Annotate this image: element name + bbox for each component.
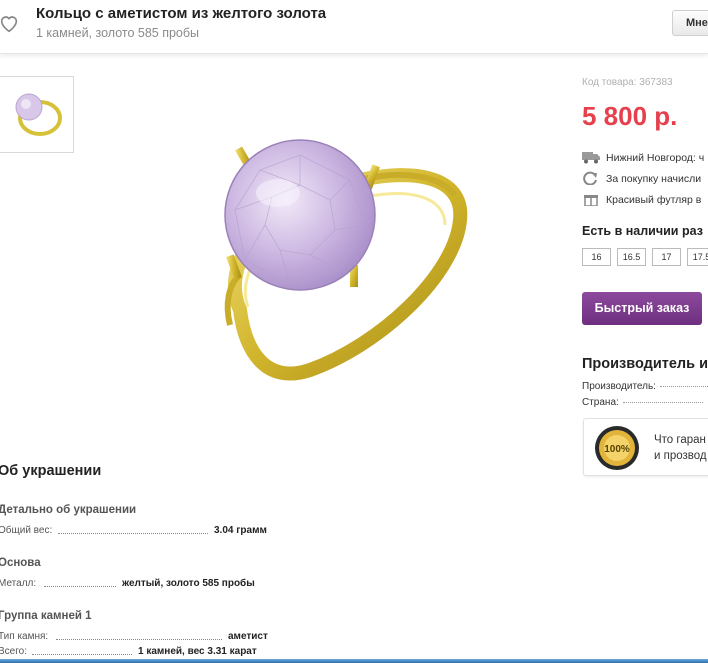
gift-icon xyxy=(584,195,598,206)
guarantee-seal-icon: 100% xyxy=(595,426,639,470)
feature-bonus: За покупку начисли xyxy=(582,171,701,185)
country-label: Страна: xyxy=(582,397,619,408)
product-subtitle: 1 камней, золото 585 пробы xyxy=(36,26,200,40)
quick-order-button[interactable]: Быстрый заказ xyxy=(582,292,702,325)
detail-label: Всего: xyxy=(0,646,27,657)
ring-thumbnail-image xyxy=(15,93,62,136)
feature-delivery-text: Нижний Новгород: ч xyxy=(606,152,705,164)
feature-bonus-text: За покупку начисли xyxy=(606,173,702,185)
truck-icon xyxy=(582,152,600,164)
detail-row: Всего: 1 камней, вес 3.31 карат xyxy=(0,646,278,658)
svg-text:100%: 100% xyxy=(604,444,630,455)
feature-gift: Красивый футляр в xyxy=(582,192,701,206)
detail-value: 1 камней, вес 3.31 карат xyxy=(138,646,257,657)
detail-value: 3.04 грамм xyxy=(214,525,267,536)
header-button[interactable]: Мне xyxy=(672,10,708,36)
maker-section-title: Производитель и xyxy=(582,356,708,372)
size-option[interactable]: 17.5 xyxy=(687,248,708,266)
feature-gift-text: Красивый футляр в xyxy=(606,194,702,206)
about-heading: Об украшении xyxy=(0,463,102,479)
maker-row: Производитель: xyxy=(582,381,708,392)
size-option[interactable]: 16.5 xyxy=(617,248,646,266)
section-title: Группа камней 1 xyxy=(0,610,92,622)
heart-icon[interactable] xyxy=(0,12,20,34)
section-title: Основа xyxy=(0,557,41,569)
country-row: Страна: xyxy=(582,397,703,408)
guarantee-text: Что гаран и прозвод xyxy=(654,434,707,462)
detail-label: Тип камня: xyxy=(0,631,49,642)
section-title: Детально об украшении xyxy=(0,504,137,516)
detail-label: Металл: xyxy=(0,578,37,589)
product-price: 5 800 р. xyxy=(582,101,678,131)
detail-row: Общий вес: 3.04 грамм xyxy=(0,525,278,537)
sizes-title: Есть в наличии раз xyxy=(582,224,703,238)
guarantee-card[interactable]: 100% Что гаран и прозвод xyxy=(583,418,708,476)
taskbar-edge xyxy=(0,659,708,663)
feature-delivery: Нижний Новгород: ч xyxy=(582,150,704,164)
size-option[interactable]: 16 xyxy=(582,248,611,266)
detail-value: желтый, золото 585 пробы xyxy=(122,578,255,589)
size-option[interactable]: 17 xyxy=(652,248,681,266)
product-code: Код товара: 367383 xyxy=(582,77,673,88)
product-header: Кольцо с аметистом из желтого золота 1 к… xyxy=(0,0,708,54)
detail-row: Металл: желтый, золото 585 пробы xyxy=(0,578,278,590)
ring-main-image xyxy=(224,139,468,381)
detail-label: Общий вес: xyxy=(0,525,53,536)
detail-row: Тип камня: аметист xyxy=(0,631,278,643)
product-title: Кольцо с аметистом из желтого золота xyxy=(36,5,327,22)
detail-value: аметист xyxy=(228,631,268,642)
maker-label: Производитель: xyxy=(582,381,656,392)
product-thumbnail[interactable] xyxy=(0,76,74,153)
refresh-icon xyxy=(583,171,597,185)
